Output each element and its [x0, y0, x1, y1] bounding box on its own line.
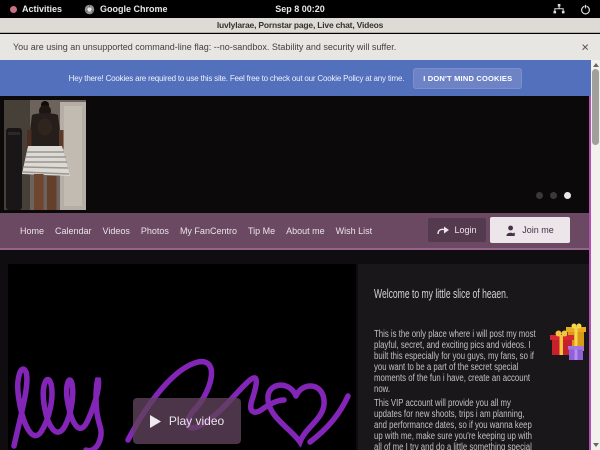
play-icon: [150, 415, 161, 428]
gift-icon[interactable]: [550, 323, 590, 368]
nav-item-videos[interactable]: Videos: [103, 226, 130, 236]
nav-item-wish-list[interactable]: Wish List: [336, 226, 373, 236]
nav-item-my-fancentro[interactable]: My FanCentro: [180, 226, 237, 236]
window-title: luvlylarae, Pornstar page, Live chat, Vi…: [217, 20, 383, 30]
network-icon[interactable]: [553, 4, 565, 14]
login-arrow-icon: [437, 226, 449, 235]
cookie-message: Hey there! Cookies are required to use t…: [69, 74, 405, 83]
intro-paragraph: This is the only place where i will post…: [374, 330, 536, 395]
status-dot-icon: [10, 6, 17, 13]
activities-label: Activities: [22, 4, 62, 14]
join-button[interactable]: Join me: [490, 217, 570, 243]
login-button[interactable]: Login: [428, 218, 486, 242]
clock-button[interactable]: Sep 8 00:20: [275, 4, 325, 14]
app-menu-button[interactable]: Google Chrome: [84, 4, 168, 15]
hero-header: [0, 96, 589, 213]
window-title-bar: luvlylarae, Pornstar page, Live chat, Vi…: [0, 18, 600, 33]
scrollbar-thumb[interactable]: [592, 69, 599, 145]
main-content: Play video Welcome to my little slice of…: [0, 250, 589, 450]
site-navbar: Home Calendar Videos Photos My FanCentro…: [0, 213, 589, 250]
clock-label: Sep 8 00:20: [275, 4, 325, 14]
app-menu-label: Google Chrome: [100, 4, 168, 14]
gnome-top-bar: Activities Google Chrome Sep 8 00:20: [0, 0, 600, 18]
login-label: Login: [454, 225, 476, 235]
nav-item-about-me[interactable]: About me: [286, 226, 325, 236]
cookie-accept-button[interactable]: I DON'T MIND COOKIES: [413, 68, 522, 89]
cookie-banner: Hey there! Cookies are required to use t…: [0, 60, 591, 96]
nav-item-photos[interactable]: Photos: [141, 226, 169, 236]
infobar-message: You are using an unsupported command-lin…: [13, 42, 396, 52]
vip-paragraph: This VIP account will provide you all my…: [374, 399, 532, 450]
system-status-area: [553, 4, 591, 15]
scroll-up-icon[interactable]: [593, 63, 599, 67]
carousel-dot-1[interactable]: [536, 192, 543, 199]
welcome-heading: Welcome to my little slice of heaen.: [374, 286, 508, 301]
power-icon[interactable]: [580, 4, 591, 15]
nav-item-tip-me[interactable]: Tip Me: [248, 226, 275, 236]
screen: Activities Google Chrome Sep 8 00:20 luv…: [0, 0, 600, 450]
carousel-dot-3[interactable]: [564, 192, 571, 199]
carousel-dot-2[interactable]: [550, 192, 557, 199]
person-icon: [506, 225, 516, 236]
scroll-down-icon[interactable]: [593, 443, 599, 447]
nav-item-calendar[interactable]: Calendar: [55, 226, 92, 236]
carousel-dots: [536, 192, 571, 199]
webpage: Home Calendar Videos Photos My FanCentro…: [0, 96, 591, 450]
chrome-icon: [84, 4, 95, 15]
video-player[interactable]: Play video: [8, 264, 356, 450]
play-video-label: Play video: [169, 414, 224, 428]
hero-photo: [4, 100, 86, 210]
activities-button[interactable]: Activities: [10, 4, 62, 14]
close-icon[interactable]: ×: [581, 41, 589, 54]
chrome-infobar: You are using an unsupported command-lin…: [0, 34, 600, 60]
scrollbar[interactable]: [591, 60, 600, 450]
join-label: Join me: [522, 225, 554, 235]
nav-item-home[interactable]: Home: [20, 226, 44, 236]
play-video-button[interactable]: Play video: [133, 398, 241, 444]
